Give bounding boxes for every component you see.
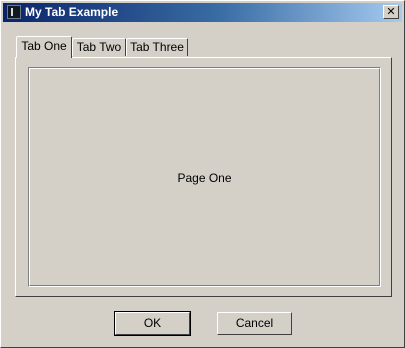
tab-panel: Page One	[15, 57, 392, 297]
app-icon[interactable]	[7, 5, 21, 19]
close-button[interactable]: ✕	[383, 5, 399, 19]
dialog-window: My Tab Example ✕ Tab One Tab Two Tab Thr…	[0, 0, 405, 348]
tab-label: Tab One	[21, 39, 67, 53]
ok-button[interactable]: OK	[114, 311, 191, 336]
tab-label: Tab Three	[130, 40, 184, 54]
title-bar[interactable]: My Tab Example ✕	[3, 3, 402, 22]
page-label: Page One	[177, 171, 232, 185]
page-group-box: Page One	[28, 67, 381, 287]
tab-label: Tab Two	[76, 40, 122, 54]
cancel-button[interactable]: Cancel	[217, 312, 292, 335]
close-icon: ✕	[386, 5, 396, 18]
tab-three[interactable]: Tab Three	[126, 38, 188, 56]
window-title: My Tab Example	[25, 5, 119, 19]
tab-one[interactable]: Tab One	[16, 36, 72, 58]
tab-two[interactable]: Tab Two	[72, 38, 126, 56]
